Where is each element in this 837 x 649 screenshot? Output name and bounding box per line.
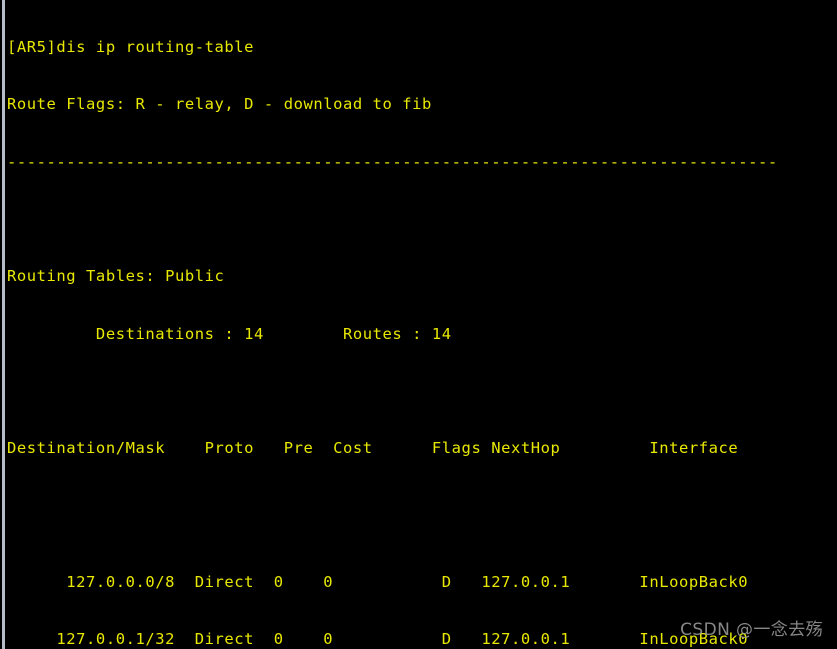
blank-line-2 (7, 382, 835, 401)
summary-line: Destinations : 14 Routes : 14 (7, 324, 452, 343)
table-row: 127.0.0.0/8 Direct 0 0 D 127.0.0.1 InLoo… (7, 572, 749, 591)
table-header-line: Destination/Mask Proto Pre Cost Flags Ne… (7, 439, 739, 458)
blank-line-3 (7, 496, 835, 515)
routing-tables-line: Routing Tables: Public (7, 267, 225, 286)
csdn-watermark: CSDN @一念去殇 (680, 620, 823, 640)
command-prompt-line: [AR5]dis ip routing-table (7, 38, 255, 57)
window-left-edge-shadow (5, 0, 7, 649)
console-output[interactable]: [AR5]dis ip routing-table Route Flags: R… (7, 0, 835, 649)
separator-line: ----------------------------------------… (7, 152, 778, 171)
blank-line-1 (7, 210, 835, 229)
route-flags-line: Route Flags: R - relay, D - download to … (7, 95, 432, 114)
terminal-window[interactable]: [AR5]dis ip routing-table Route Flags: R… (0, 0, 837, 649)
